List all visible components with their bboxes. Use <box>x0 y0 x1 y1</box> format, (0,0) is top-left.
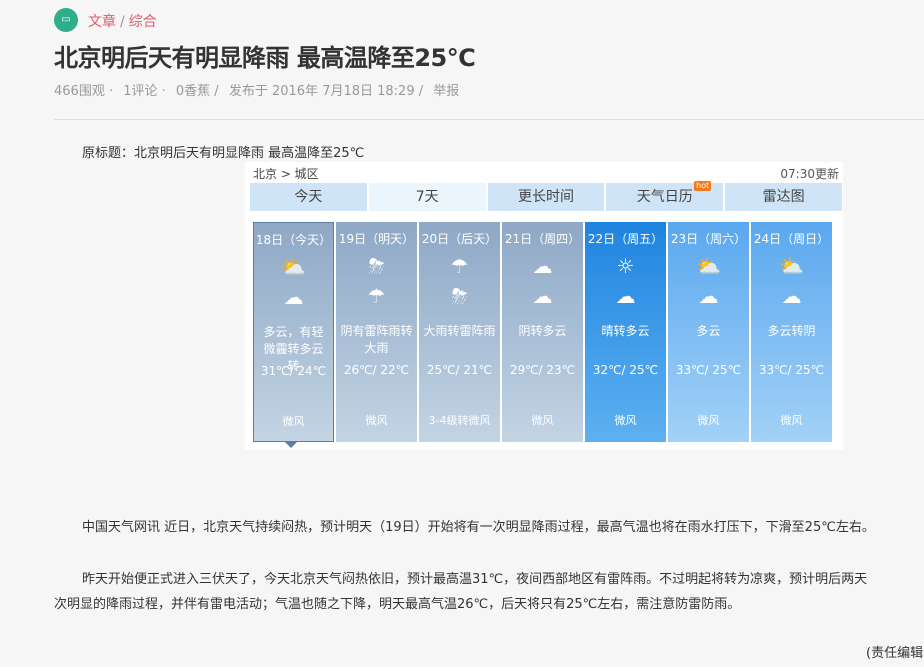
breadcrumb: 文章 / 综合 <box>88 14 157 30</box>
tab-calendar: 天气日历 hot <box>606 181 724 211</box>
forecast-day: 20日（后天） ☂ ⛈ 大雨转雷阵雨 25℃/ 21℃ 3-4级转微风 <box>419 222 500 442</box>
banana-count: 0香蕉 / <box>175 84 219 99</box>
day-weather: 晴转多云 <box>601 324 650 338</box>
day-date: 18日（今天） <box>255 233 332 247</box>
location: 北京 > 城区 <box>253 167 319 181</box>
heavy-rain-icon: ☂ <box>450 254 469 278</box>
editor-credit: (责任编辑 <box>866 646 924 661</box>
day-weather: 阴转多云 <box>518 324 567 338</box>
partly-cloudy-icon: ⛅ <box>779 254 804 278</box>
cloudy-night-icon: ☁ <box>615 284 636 308</box>
day-weather: 大雨转雷阵雨 <box>423 324 496 338</box>
report-link[interactable]: 举报 <box>433 84 459 99</box>
day-wind: 微风 <box>282 415 305 428</box>
cloudy-night-icon: ☁ <box>781 284 802 308</box>
page-title: 北京明后天有明显降雨 最高温降至25℃ <box>54 44 476 72</box>
update-time: 07:30更新 <box>780 167 839 181</box>
day-wind: 微风 <box>614 414 637 427</box>
tab-calendar-label: 天气日历 <box>636 189 693 205</box>
breadcrumb-articles[interactable]: 文章 <box>88 14 116 30</box>
weather-widget-image: 北京 > 城区 07:30更新 今天 7天 更长时间 天气日历 hot 雷达图 1… <box>245 162 843 450</box>
sunny-icon: ☼ <box>616 254 635 278</box>
tab-longer: 更长时间 <box>487 183 605 211</box>
day-temp: 33℃/ 25℃ <box>758 363 825 377</box>
forecast-day: 18日（今天） ⛅ ☁ 多云，有轻微霾转多云转 31℃/ 24℃ 微风 <box>253 222 334 442</box>
day-temp: 32℃/ 25℃ <box>592 363 659 377</box>
day-weather: 多云转阴 <box>767 324 816 338</box>
heavy-rain-icon: ☂ <box>367 284 386 308</box>
forecast-day: 24日（周日） ⛅ ☁ 多云转阴 33℃/ 25℃ 微风 <box>751 222 832 442</box>
tab-today: 今天 <box>250 183 367 211</box>
day-date: 22日（周五） <box>587 232 664 246</box>
partly-cloudy-icon: ⛅ <box>281 255 306 279</box>
publish-date: 发布于 2016年 7月18日 18:29 / <box>228 84 424 99</box>
breadcrumb-general[interactable]: 综合 <box>129 14 157 30</box>
selected-pointer <box>285 442 297 448</box>
day-temp: 33℃/ 25℃ <box>675 363 742 377</box>
hot-badge: hot <box>694 181 712 191</box>
comment-count[interactable]: 1评论 · <box>123 84 166 99</box>
forecast-day: 21日（周四） ☁ ☁ 阴转多云 29℃/ 23℃ 微风 <box>502 222 583 442</box>
day-date: 20日（后天） <box>421 232 498 246</box>
day-date: 24日（周日） <box>753 232 830 246</box>
day-temp: 31℃/ 24℃ <box>260 364 327 378</box>
forecast-day: 19日（明天） ⛈ ☂ 阴有雷阵雨转大雨 26℃/ 22℃ 微风 <box>336 222 417 442</box>
overcast-icon: ☁ <box>532 254 553 278</box>
thunderstorm-icon: ⛈ <box>368 254 385 278</box>
day-temp: 29℃/ 23℃ <box>509 363 576 377</box>
day-date: 21日（周四） <box>504 232 581 246</box>
paragraph: 昨天开始便正式进入三伏天了，今天北京天气闷热依旧，预计最高温31℃，夜间西部地区… <box>82 572 868 587</box>
forecast-day: 23日（周六） ⛅ ☁ 多云 33℃/ 25℃ 微风 <box>668 222 749 442</box>
thunderstorm-icon: ⛈ <box>451 284 468 308</box>
divider <box>54 119 924 120</box>
tab-7days: 7天 <box>368 183 486 211</box>
day-temp: 26℃/ 22℃ <box>343 363 410 377</box>
day-wind: 微风 <box>365 414 388 427</box>
article-meta: 466围观 · 1评论 · 0香蕉 / 发布于 2016年 7月18日 18:2… <box>54 80 465 99</box>
day-wind: 微风 <box>780 414 803 427</box>
day-temp: 25℃/ 21℃ <box>426 363 493 377</box>
day-date: 19日（明天） <box>338 232 415 246</box>
chat-bubble-icon: ▭ <box>54 8 78 32</box>
weather-tabs: 今天 7天 更长时间 天气日历 hot 雷达图 <box>250 181 842 211</box>
day-weather: 多云 <box>696 324 721 338</box>
cloudy-night-icon: ☁ <box>698 284 719 308</box>
view-count: 466围观 · <box>54 84 114 99</box>
tab-radar: 雷达图 <box>725 183 842 211</box>
paragraph: 中国天气网讯 近日，北京天气持续闷热，预计明天（19日）开始将有一次明显降雨过程… <box>82 520 875 535</box>
day-wind: 微风 <box>697 414 720 427</box>
day-date: 23日（周六） <box>670 232 747 246</box>
paragraph: 次明显的降雨过程，并伴有雷电活动；气温也随之下降，明天最高气温26℃，后天将只有… <box>54 597 741 612</box>
forecast-day: 22日（周五） ☼ ☁ 晴转多云 32℃/ 25℃ 微风 <box>585 222 666 442</box>
cloudy-night-icon: ☁ <box>532 284 553 308</box>
day-weather: 阴有雷阵雨转大雨 <box>340 324 413 355</box>
forecast-days: 18日（今天） ⛅ ☁ 多云，有轻微霾转多云转 31℃/ 24℃ 微风 19日（明… <box>253 222 832 442</box>
original-title: 原标题：北京明后天有明显降雨 最高温降至25℃ <box>82 146 365 161</box>
partly-cloudy-icon: ⛅ <box>696 254 721 278</box>
cloudy-night-icon: ☁ <box>283 285 304 309</box>
day-wind: 微风 <box>531 414 554 427</box>
day-wind: 3-4级转微风 <box>428 414 491 427</box>
